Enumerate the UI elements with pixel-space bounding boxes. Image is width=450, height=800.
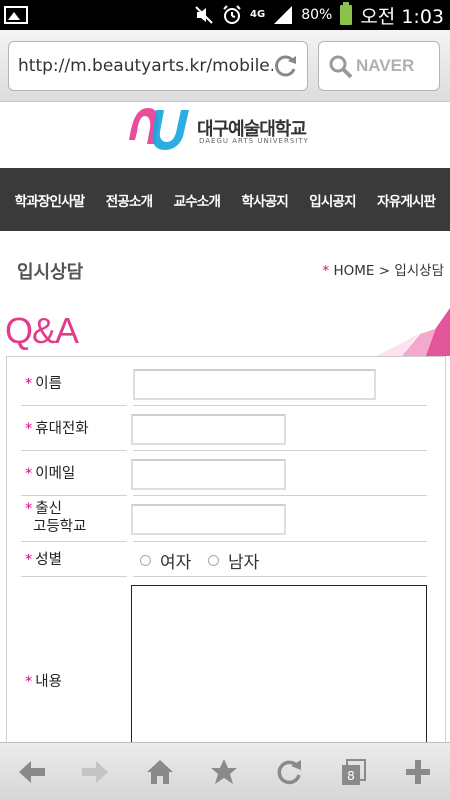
back-icon[interactable]	[17, 757, 47, 787]
row-divider	[133, 576, 427, 577]
row-divider	[21, 450, 127, 451]
row-divider	[21, 405, 127, 406]
school-label: * 출신 고등학교	[25, 501, 87, 535]
url-bar[interactable]: http://m.beautyarts.kr/mobile...	[8, 41, 308, 91]
network-indicator: 4G	[250, 9, 266, 20]
school-field[interactable]	[131, 504, 286, 535]
mute-icon	[194, 5, 214, 25]
phone-label: * 휴대전화	[25, 421, 89, 437]
university-logo-icon[interactable]	[126, 102, 192, 152]
nav-item-free-board[interactable]: 자유게시판	[377, 190, 436, 210]
status-icons: 4G 80% 오전 1:03	[194, 0, 444, 30]
clock: 오전 1:03	[360, 5, 444, 28]
reload-icon[interactable]	[273, 53, 299, 79]
nav-item-faculty[interactable]: 교수소개	[174, 190, 221, 210]
tabs-count: 8	[347, 769, 355, 783]
nav-item-academic-notice[interactable]: 학사공지	[241, 190, 288, 210]
row-divider	[21, 576, 127, 577]
nav-item-admission-notice[interactable]: 입시공지	[309, 190, 356, 210]
qa-heading: Q&A	[5, 310, 79, 351]
breadcrumb-path[interactable]: HOME > 입시상담	[333, 263, 444, 279]
url-text[interactable]: http://m.beautyarts.kr/mobile...	[18, 56, 273, 76]
row-divider	[21, 541, 127, 542]
email-field[interactable]	[131, 459, 286, 490]
breadcrumb-bullet: *	[322, 263, 330, 279]
browser-toolbar: http://m.beautyarts.kr/mobile... NAVER	[0, 30, 450, 102]
nav-item-greeting[interactable]: 학과장인사말	[15, 190, 86, 210]
nav-item-major-intro[interactable]: 전공소개	[106, 190, 153, 210]
gender-female-label[interactable]: 여자	[160, 548, 191, 573]
content-label: * 내용	[25, 674, 62, 690]
battery-icon	[340, 2, 353, 25]
name-label: * 이름	[25, 376, 62, 392]
gender-male-label[interactable]: 남자	[228, 548, 259, 573]
main-nav: 학과장인사말 전공소개 교수소개 학사공지 입시공지 자유게시판	[0, 168, 450, 231]
signal-icon	[273, 5, 293, 25]
browser-bottom-toolbar: 8	[0, 742, 450, 800]
alarm-icon	[222, 5, 242, 25]
content-textarea[interactable]	[131, 585, 427, 757]
row-divider	[133, 495, 427, 496]
search-icon	[328, 54, 354, 80]
row-divider	[133, 405, 427, 406]
search-box[interactable]: NAVER	[318, 41, 440, 91]
email-label: * 이메일	[25, 466, 76, 482]
logo-english-name: DAEGU ARTS UNIVERSITY	[199, 137, 309, 145]
forward-icon[interactable]	[80, 757, 110, 787]
gender-male-radio[interactable]	[208, 555, 219, 566]
site-header: 대구예술대학교 DAEGU ARTS UNIVERSITY	[0, 102, 450, 168]
qa-form: * 이름 * 휴대전화 * 이메일 * 출신 고등학교 * 성별 여자 남자 * 내용	[6, 356, 446, 757]
gallery-notification-icon	[4, 6, 28, 24]
name-field[interactable]	[133, 369, 376, 400]
page-title: 입시상담	[17, 262, 84, 283]
row-divider	[133, 450, 427, 451]
status-bar: 4G 80% 오전 1:03	[0, 0, 450, 30]
home-icon[interactable]	[145, 757, 175, 787]
row-divider	[21, 495, 127, 496]
search-engine-label: NAVER	[356, 56, 415, 75]
tabs-icon[interactable]: 8	[338, 757, 368, 787]
bookmark-star-icon[interactable]	[209, 757, 239, 787]
refresh-icon[interactable]	[274, 757, 304, 787]
battery-percent: 80%	[301, 7, 333, 23]
gender-female-radio[interactable]	[140, 555, 151, 566]
add-tab-icon[interactable]	[403, 757, 433, 787]
gender-label: * 성별	[25, 552, 62, 568]
breadcrumb: * HOME > 입시상담	[322, 259, 444, 279]
row-divider	[133, 541, 427, 542]
decorative-stripes	[376, 306, 450, 356]
phone-field[interactable]	[131, 414, 286, 445]
